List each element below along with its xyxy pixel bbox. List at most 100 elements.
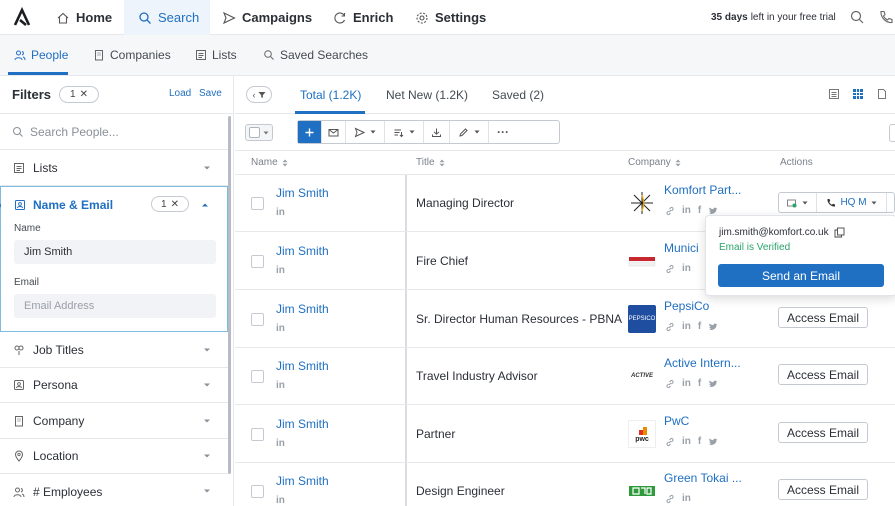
twitter-icon[interactable] <box>708 206 718 216</box>
company-name-link[interactable]: Munici <box>664 241 699 255</box>
export-button[interactable] <box>424 121 450 143</box>
nav-search[interactable]: Search <box>124 0 210 35</box>
table-row[interactable]: Jim Smith in Travel Industry Advisor ACT… <box>235 348 895 405</box>
filter-company[interactable]: Company <box>0 404 228 439</box>
filter-location[interactable]: Location <box>0 439 228 474</box>
filter-job-titles[interactable]: Job Titles <box>0 333 228 368</box>
document-view-icon[interactable] <box>876 88 888 100</box>
table-row[interactable]: Jim Smith in Sr. Director Human Resource… <box>235 291 895 348</box>
subnav-lists[interactable]: Lists <box>195 35 237 75</box>
filters-count-badge[interactable]: 1 ✕ <box>59 86 99 103</box>
filter-employees[interactable]: # Employees <box>0 474 228 506</box>
name-email-count-badge[interactable]: 1 ✕ <box>151 196 189 212</box>
filter-search-input[interactable]: Search People... <box>0 114 228 150</box>
nav-settings[interactable]: Settings <box>405 0 496 35</box>
save-filters-link[interactable]: Save <box>199 88 222 99</box>
table-row[interactable]: Jim Smith in Partner pwc PwC in f Access… <box>235 406 895 463</box>
linkedin-icon[interactable]: in <box>682 493 691 504</box>
list-view-icon[interactable] <box>828 88 840 100</box>
contact-name-link[interactable]: Jim Smith <box>276 359 329 373</box>
chevron-up-icon[interactable] <box>201 201 209 209</box>
row-checkbox[interactable] <box>251 255 264 268</box>
access-email-button[interactable]: Access Email <box>778 422 868 443</box>
linkedin-icon[interactable]: in <box>276 265 285 276</box>
linkedin-icon[interactable]: in <box>682 263 691 274</box>
column-header-name[interactable]: Name <box>251 157 288 168</box>
link-icon[interactable] <box>665 322 675 332</box>
column-header-company[interactable]: Company <box>628 157 681 168</box>
global-search-icon[interactable] <box>849 9 865 25</box>
facebook-icon[interactable]: f <box>698 321 701 332</box>
edit-button[interactable] <box>450 121 489 143</box>
table-row[interactable]: Jim Smith in Design Engineer Green Tokai… <box>235 463 895 506</box>
row-checkbox[interactable] <box>251 485 264 498</box>
twitter-icon[interactable] <box>708 379 718 389</box>
clear-name-email-icon[interactable]: ✕ <box>171 199 179 210</box>
nav-home[interactable]: Home <box>46 0 122 35</box>
contact-name-link[interactable]: Jim Smith <box>276 417 329 431</box>
twitter-icon[interactable] <box>708 322 718 332</box>
company-name-link[interactable]: Green Tokai ... <box>664 471 742 485</box>
row-checkbox[interactable] <box>251 370 264 383</box>
linkedin-icon[interactable]: in <box>682 205 691 216</box>
copy-icon[interactable] <box>834 227 845 238</box>
linkedin-icon[interactable]: in <box>276 495 285 506</box>
link-icon[interactable] <box>665 206 675 216</box>
email-field[interactable]: Email Address <box>14 294 216 318</box>
contact-name-link[interactable]: Jim Smith <box>276 244 329 258</box>
row-checkbox[interactable] <box>251 197 264 210</box>
row-checkbox[interactable] <box>251 428 264 441</box>
contact-name-link[interactable]: Jim Smith <box>276 302 329 316</box>
link-icon[interactable] <box>665 379 675 389</box>
column-header-title[interactable]: Title <box>416 157 445 168</box>
company-name-link[interactable]: Komfort Part... <box>664 183 741 197</box>
select-all-dropdown[interactable] <box>245 124 273 141</box>
linkedin-icon[interactable]: in <box>276 207 285 218</box>
link-icon[interactable] <box>665 494 675 504</box>
add-to-list-button[interactable] <box>298 121 322 143</box>
select-all-checkbox[interactable] <box>249 127 260 138</box>
linkedin-icon[interactable]: in <box>276 438 285 449</box>
company-name-link[interactable]: Active Intern... <box>664 356 741 370</box>
load-filters-link[interactable]: Load <box>169 88 191 99</box>
linkedin-icon[interactable]: in <box>682 378 691 389</box>
toolbar-right-control[interactable] <box>889 124 895 142</box>
clear-filters-icon[interactable]: ✕ <box>80 89 88 100</box>
table-view-icon[interactable] <box>852 88 864 100</box>
collapse-filters-button[interactable]: ‹ <box>246 86 272 103</box>
tab-total[interactable]: Total (1.2K) <box>300 88 361 102</box>
contact-name-link[interactable]: Jim Smith <box>276 186 329 200</box>
subnav-people[interactable]: People <box>14 35 68 75</box>
access-email-button[interactable]: Access Email <box>778 479 868 500</box>
sort-button[interactable] <box>385 121 424 143</box>
filter-lists[interactable]: Lists <box>0 151 228 186</box>
access-email-button[interactable]: Access Email <box>778 364 868 385</box>
phone-dropdown[interactable]: HQ M <box>817 193 887 212</box>
linkedin-icon[interactable]: in <box>682 321 691 332</box>
facebook-icon[interactable]: f <box>698 436 701 447</box>
filter-name-email-header[interactable]: Name & Email <box>14 198 113 212</box>
facebook-icon[interactable]: f <box>698 205 701 216</box>
linkedin-icon[interactable]: in <box>276 323 285 334</box>
sequence-button[interactable] <box>346 121 385 143</box>
tab-saved[interactable]: Saved (2) <box>492 88 544 102</box>
nav-enrich[interactable]: Enrich <box>323 0 403 35</box>
company-name-link[interactable]: PwC <box>664 414 689 428</box>
access-email-button[interactable]: Access Email <box>778 307 868 328</box>
apollo-logo-icon[interactable] <box>12 7 32 27</box>
send-email-button[interactable]: Send an Email <box>718 264 884 287</box>
linkedin-icon[interactable]: in <box>682 436 691 447</box>
more-actions-button[interactable]: ··· <box>489 121 517 143</box>
phone-icon[interactable] <box>878 9 894 25</box>
nav-campaigns[interactable]: Campaigns <box>212 0 322 35</box>
subnav-saved-searches[interactable]: Saved Searches <box>263 35 368 75</box>
email-button[interactable] <box>322 121 346 143</box>
name-field[interactable]: Jim Smith <box>14 240 216 264</box>
company-name-link[interactable]: PepsiCo <box>664 299 709 313</box>
subnav-companies[interactable]: Companies <box>93 35 171 75</box>
twitter-icon[interactable] <box>708 437 718 447</box>
filters-scrollbar[interactable] <box>228 116 231 474</box>
filter-persona[interactable]: Persona <box>0 368 228 403</box>
contact-name-link[interactable]: Jim Smith <box>276 474 329 488</box>
link-icon[interactable] <box>665 264 675 274</box>
